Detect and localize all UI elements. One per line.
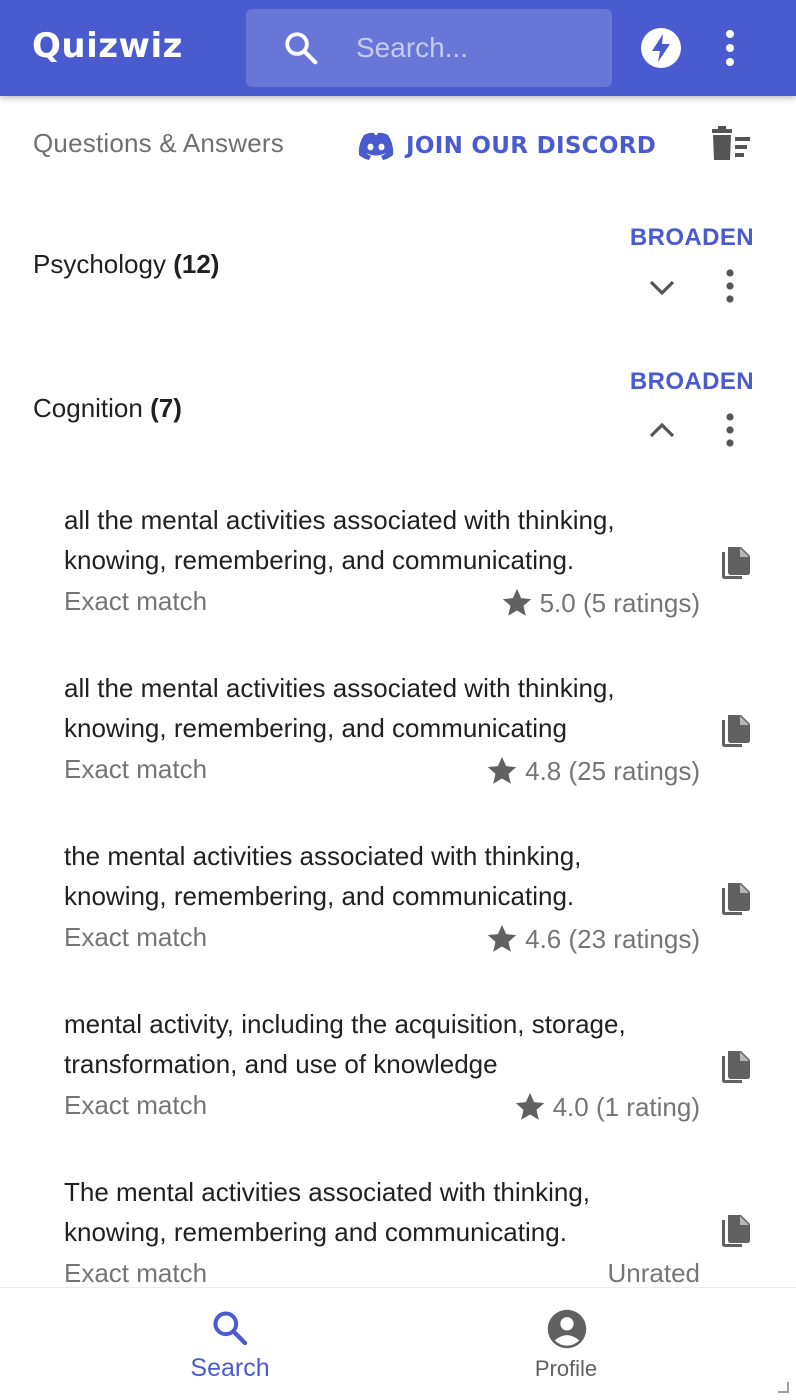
rating: 4.8 (25 ratings) — [485, 754, 700, 788]
nav-profile[interactable]: Profile — [466, 1288, 666, 1400]
answer-item[interactable]: all the mental activities associated wit… — [64, 668, 754, 790]
more-menu-icon[interactable] — [722, 269, 738, 303]
answer-meta: Exact match 4.6 (23 ratings) — [64, 918, 700, 958]
search-icon — [213, 1311, 248, 1346]
match-label: Exact match — [64, 754, 208, 784]
nav-profile-label: Profile — [534, 1356, 598, 1381]
match-label: Exact match — [64, 1090, 208, 1120]
star-icon — [502, 588, 531, 616]
answer-text: all the mental activities associated wit… — [64, 668, 704, 748]
category-cognition-title[interactable]: Cognition (7) — [33, 393, 182, 424]
app-root: Quizwiz Questions & Answers JOIN OUR DIS… — [0, 0, 796, 1400]
copy-icon[interactable] — [720, 882, 752, 918]
answer-line: the mental activities associated with th… — [64, 841, 582, 871]
search-icon — [285, 32, 318, 65]
category-name: Cognition — [33, 393, 143, 423]
answer-meta: Exact match 4.8 (25 ratings) — [64, 750, 700, 790]
answer-item[interactable]: all the mental activities associated wit… — [64, 500, 754, 622]
answer-meta: Exact match 4.0 (1 rating) — [64, 1086, 700, 1126]
rating-text: 4.8 (25 ratings) — [525, 755, 700, 786]
resize-handle-icon[interactable] — [776, 1380, 790, 1394]
copy-icon[interactable] — [720, 1214, 752, 1250]
copy-icon[interactable] — [720, 1050, 752, 1086]
answer-text: The mental activities associated with th… — [64, 1172, 704, 1252]
more-menu-icon[interactable] — [716, 28, 744, 68]
category-count: (12) — [173, 249, 220, 279]
answer-item[interactable]: mental activity, including the acquisiti… — [64, 1004, 754, 1126]
match-label: Exact match — [64, 586, 208, 616]
rating-text: 4.6 (23 ratings) — [525, 923, 700, 954]
match-label: Exact match — [64, 1258, 208, 1288]
rating: 5.0 (5 ratings) — [500, 586, 700, 620]
copy-icon[interactable] — [720, 546, 752, 582]
answer-line: all the mental activities associated wit… — [64, 505, 615, 535]
discord-label: JOIN OUR DISCORD — [406, 133, 657, 159]
category-count: (7) — [150, 393, 182, 423]
lightning-bolt-icon[interactable] — [640, 27, 682, 69]
category-psychology-title[interactable]: Psychology (12) — [33, 249, 219, 280]
app-logo[interactable]: Quizwiz — [32, 26, 183, 66]
nav-search[interactable]: Search — [130, 1288, 330, 1400]
match-label: Exact match — [64, 922, 208, 952]
discord-icon — [358, 132, 394, 160]
search-box[interactable] — [246, 9, 612, 87]
join-discord-link[interactable]: JOIN OUR DISCORD — [356, 126, 656, 166]
broaden-button[interactable]: BROADEN — [630, 368, 754, 396]
star-icon — [515, 1092, 544, 1120]
rating: 4.6 (23 ratings) — [485, 922, 700, 956]
star-icon — [487, 924, 517, 952]
section-title: Questions & Answers — [33, 128, 284, 158]
broaden-button[interactable]: BROADEN — [630, 224, 754, 252]
top-app-bar: Quizwiz — [0, 0, 796, 96]
answer-text: the mental activities associated with th… — [64, 836, 704, 916]
rating-text: 4.0 (1 rating) — [552, 1091, 700, 1122]
answer-line: all the mental activities associated wit… — [64, 673, 615, 703]
answer-line: knowing, remembering, and communicating — [64, 713, 567, 743]
answer-text: mental activity, including the acquisiti… — [64, 1004, 704, 1084]
category-name: Psychology — [33, 249, 166, 279]
nav-search-label: Search — [190, 1354, 270, 1382]
answer-line: knowing, remembering, and communicating. — [64, 881, 575, 911]
more-menu-icon[interactable] — [722, 413, 738, 447]
chevron-up-icon[interactable] — [646, 420, 678, 440]
copy-icon[interactable] — [720, 714, 752, 750]
rating: Unrated — [608, 1258, 701, 1289]
clear-list-icon[interactable] — [710, 126, 752, 162]
chevron-down-icon[interactable] — [646, 277, 678, 297]
answer-item[interactable]: The mental activities associated with th… — [64, 1172, 754, 1294]
bottom-navigation: Search Profile — [0, 1287, 796, 1400]
answer-line: knowing, remembering, and communicating. — [64, 545, 575, 575]
account-circle-icon — [547, 1309, 587, 1349]
rating: 4.0 (1 rating) — [513, 1090, 700, 1124]
rating-text: Unrated — [607, 1258, 701, 1288]
answer-line: The mental activities associated with th… — [64, 1177, 591, 1207]
answer-meta: Exact match 5.0 (5 ratings) — [64, 582, 700, 622]
answer-line: mental activity, including the acquisiti… — [64, 1009, 626, 1039]
answer-text: all the mental activities associated wit… — [64, 500, 704, 580]
rating-text: 5.0 (5 ratings) — [539, 587, 700, 618]
search-input[interactable] — [356, 27, 596, 69]
answer-line: knowing, remembering and communicating. — [64, 1217, 567, 1247]
star-icon — [487, 756, 517, 784]
answer-line: transformation, and use of knowledge — [64, 1049, 498, 1079]
answer-item[interactable]: the mental activities associated with th… — [64, 836, 754, 958]
